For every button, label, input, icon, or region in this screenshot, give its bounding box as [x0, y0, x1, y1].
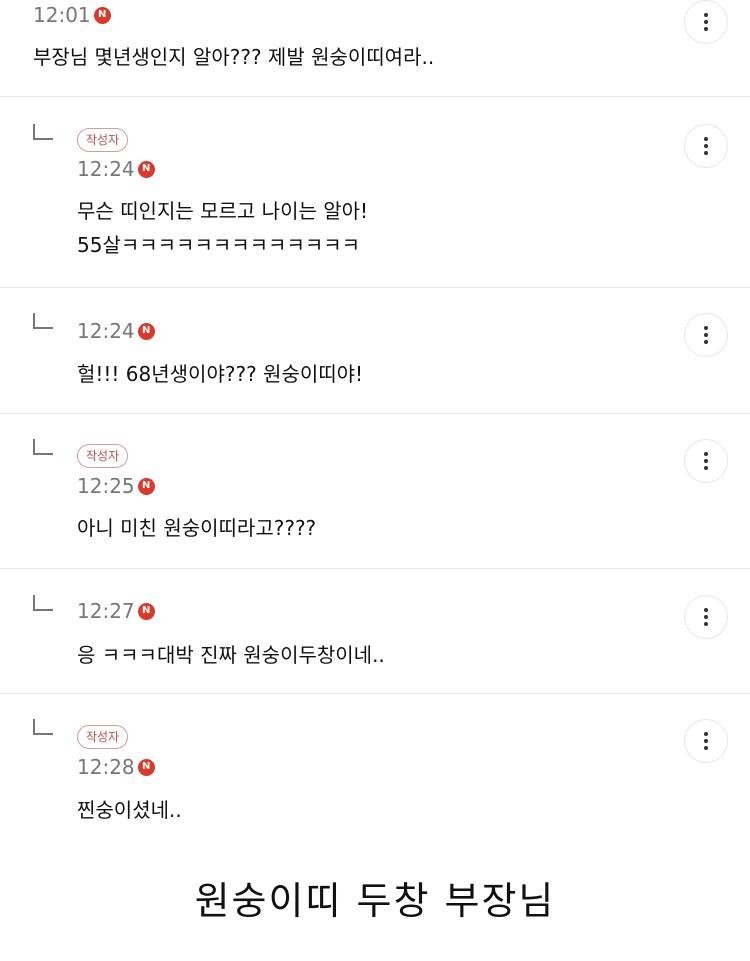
naver-n-icon: N [137, 477, 155, 495]
dot [704, 622, 708, 626]
comment-text: 응 ㅋㅋㅋ대박 진짜 원숭이두창이네.. [77, 643, 385, 667]
comment-time-row: 12:24 N [77, 321, 155, 341]
more-options-button[interactable] [684, 0, 728, 44]
dot [704, 466, 708, 470]
comment-time: 12:27 [77, 599, 135, 623]
reply-comment-item: 작성자 12:25 N 아니 미친 원숭이띠라고???? [0, 414, 750, 569]
dot [704, 144, 708, 148]
dot [704, 340, 708, 344]
naver-n-icon: N [137, 602, 155, 620]
naver-n-icon: N [137, 160, 155, 178]
dot [704, 27, 708, 31]
naver-n-icon: N [137, 322, 155, 340]
comment-time: 12:28 [77, 755, 135, 779]
comment-time-row: 12:27 N [77, 601, 155, 621]
dot [704, 459, 708, 463]
comment-time-row: 12:28 N [77, 757, 155, 777]
reply-comment-item: 작성자 12:28 N 찐숭이셨네.. [0, 694, 750, 854]
dot [704, 608, 708, 612]
reply-corner-icon [33, 595, 53, 611]
reply-corner-icon [33, 719, 53, 735]
more-options-button[interactable] [684, 719, 728, 763]
comment-time-row: 12:01 N [33, 5, 111, 25]
comment-time-row: 12:24 N [77, 159, 155, 179]
comment-time-row: 12:25 N [77, 476, 155, 496]
dot [704, 333, 708, 337]
dot [704, 13, 708, 17]
comment-item: 12:01 N 부장님 몇년생인지 알아??? 제발 원숭이띠여라.. [0, 0, 750, 97]
comment-text-line: 55살ㅋㅋㅋㅋㅋㅋㅋㅋㅋㅋㅋㅋㅋ [77, 233, 361, 257]
reply-comment-item: 작성자 12:24 N 무슨 띠인지는 모르고 나이는 알아! 55살ㅋㅋㅋㅋㅋ… [0, 97, 750, 288]
comment-text: 헐!!! 68년생이야??? 원숭이띠야! [77, 362, 364, 386]
more-options-button[interactable] [684, 313, 728, 357]
more-options-button[interactable] [684, 595, 728, 639]
comment-time: 12:01 [33, 3, 91, 27]
dot [704, 151, 708, 155]
comment-time: 12:24 [77, 319, 135, 343]
reply-comment-item: 12:27 N 응 ㅋㅋㅋ대박 진짜 원숭이두창이네.. [0, 569, 750, 694]
reply-corner-icon [33, 313, 53, 329]
naver-n-icon: N [137, 758, 155, 776]
comment-time: 12:25 [77, 474, 135, 498]
dot [704, 746, 708, 750]
image-caption: 원숭이띠 두창 부장님 [194, 879, 556, 923]
comment-text: 부장님 몇년생인지 알아??? 제발 원숭이띠여라.. [33, 45, 435, 69]
reply-comment-item: 12:24 N 헐!!! 68년생이야??? 원숭이띠야! [0, 288, 750, 414]
dot [704, 137, 708, 141]
author-badge: 작성자 [77, 725, 129, 749]
dot [704, 615, 708, 619]
comment-text: 아니 미친 원숭이띠라고???? [77, 516, 317, 540]
dot [704, 739, 708, 743]
dot [704, 452, 708, 456]
reply-corner-icon [33, 124, 53, 140]
author-badge: 작성자 [77, 128, 129, 152]
dot [704, 732, 708, 736]
naver-n-icon: N [93, 6, 111, 24]
more-options-button[interactable] [684, 124, 728, 168]
dot [704, 20, 708, 24]
dot [704, 326, 708, 330]
comment-text: 찐숭이셨네.. [77, 798, 182, 822]
reply-corner-icon [33, 439, 53, 455]
comment-text-line: 무슨 띠인지는 모르고 나이는 알아! [77, 199, 369, 223]
author-badge: 작성자 [77, 444, 129, 468]
more-options-button[interactable] [684, 439, 728, 483]
comment-time: 12:24 [77, 157, 135, 181]
